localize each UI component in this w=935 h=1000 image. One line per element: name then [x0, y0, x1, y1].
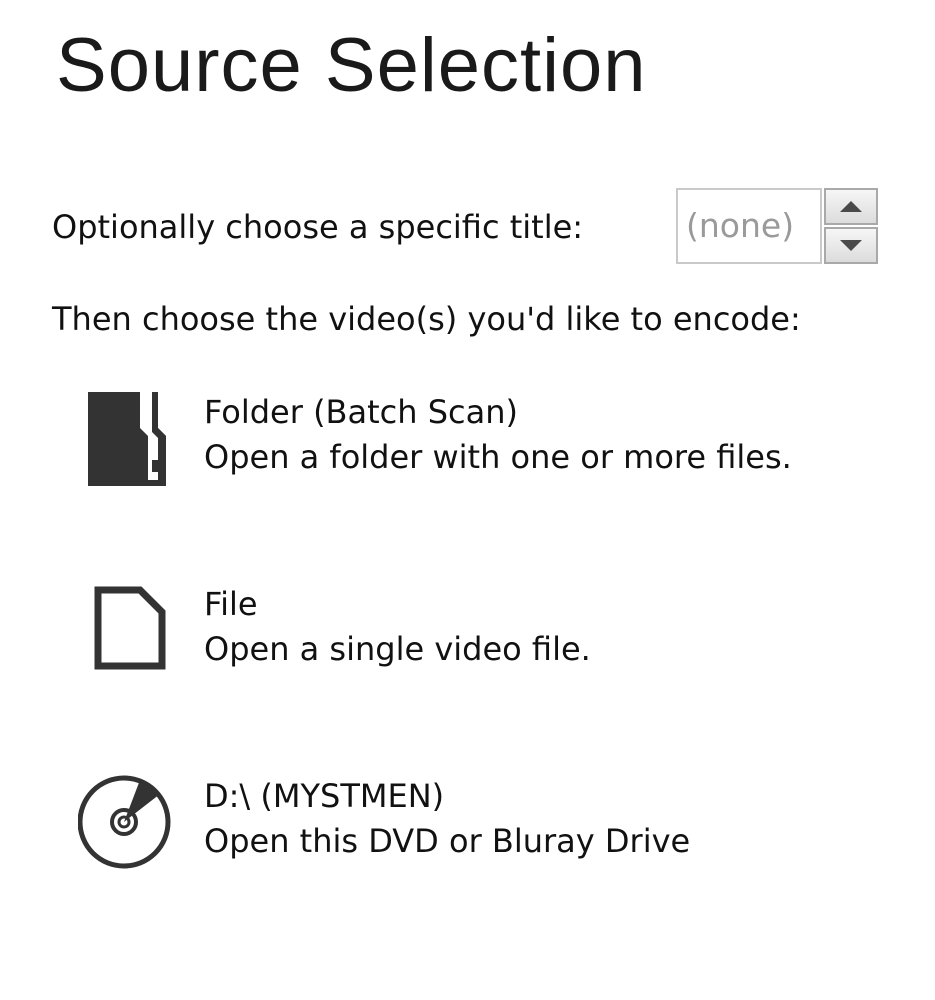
disc-icon [77, 772, 178, 872]
title-selector-label: Optionally choose a specific title: [52, 208, 584, 246]
option-title: Folder (Batch Scan) [204, 393, 518, 431]
option-folder-batch-scan[interactable]: Folder (Batch Scan) Open a folder with o… [78, 388, 878, 498]
option-title: D:\ (MYSTMEN) [204, 777, 445, 815]
file-icon [78, 580, 178, 680]
arrow-up-icon [840, 201, 862, 212]
page-title: Source Selection [56, 23, 647, 108]
title-spinner-value: (none) [686, 206, 795, 245]
option-description: Open a folder with one or more files. [204, 438, 792, 476]
spinner-down-button[interactable] [824, 227, 878, 264]
option-description: Open a single video file. [204, 630, 591, 668]
option-file[interactable]: File Open a single video file. [78, 580, 878, 690]
option-title: File [204, 585, 258, 623]
source-instruction: Then choose the video(s) you'd like to e… [52, 300, 801, 338]
option-description: Open this DVD or Bluray Drive [204, 822, 691, 860]
arrow-down-icon [840, 240, 862, 251]
title-spinner-field[interactable]: (none) [676, 188, 822, 264]
spinner-up-button[interactable] [824, 188, 878, 225]
folder-icon [78, 388, 178, 488]
option-disc-drive[interactable]: D:\ (MYSTMEN) Open this DVD or Bluray Dr… [77, 772, 878, 882]
title-spinner[interactable]: (none) [676, 188, 878, 268]
title-selector-row: Optionally choose a specific title: (non… [52, 188, 892, 280]
